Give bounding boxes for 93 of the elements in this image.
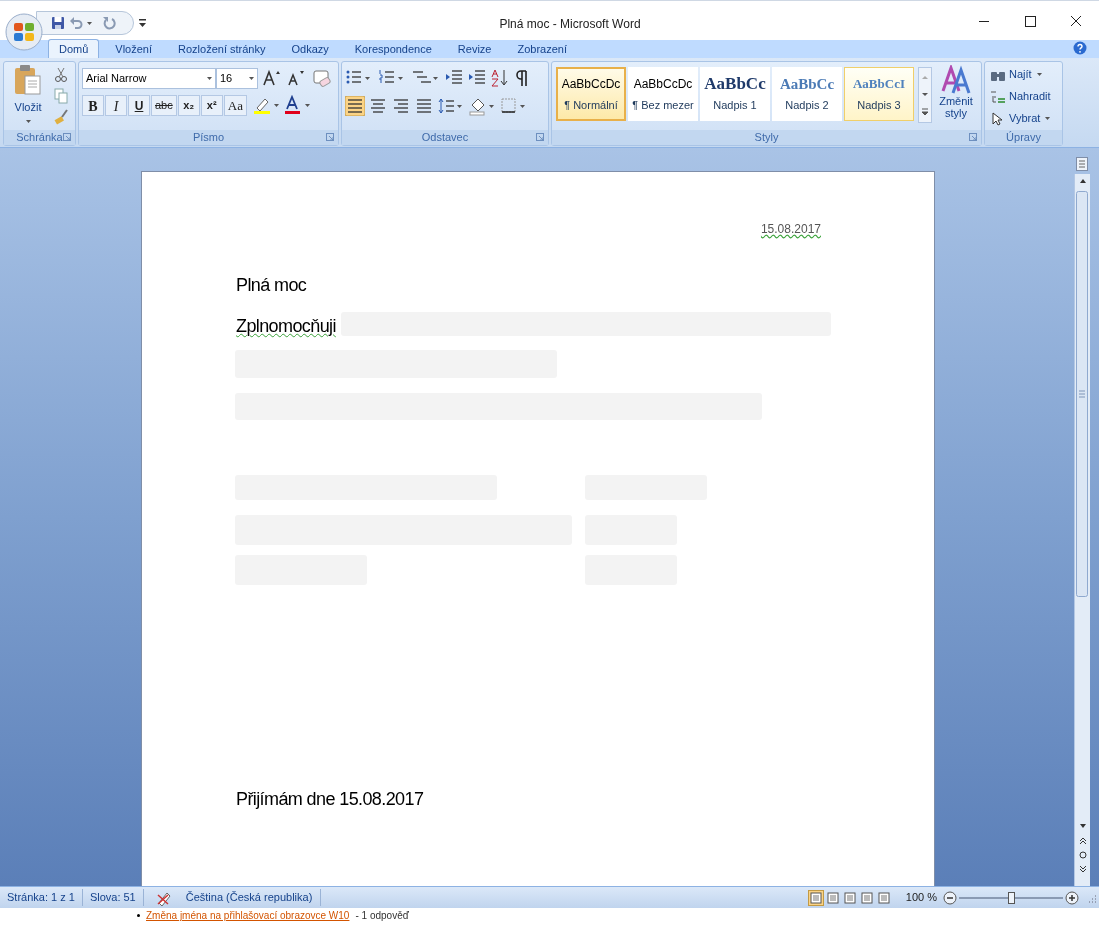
borders-icon[interactable]	[499, 96, 527, 116]
caret-icon	[1036, 73, 1042, 76]
style-sample: AaBbCcDc	[561, 75, 621, 93]
style-gallery-item[interactable]: AaBbCc Nadpis 2	[772, 67, 842, 121]
editing-button[interactable]: Nahradit	[990, 87, 1051, 106]
ribbon-tab[interactable]: Korespondence	[344, 40, 442, 58]
language-status[interactable]: Čeština (Česká republika)	[185, 889, 322, 906]
redo-icon[interactable]	[102, 16, 116, 30]
format-painter-icon[interactable]	[52, 108, 70, 125]
bullet-icon	[137, 914, 140, 917]
align-right-icon[interactable]	[391, 96, 411, 116]
style-name: Nadpis 2	[785, 97, 829, 113]
view-mode-icon[interactable]	[824, 889, 841, 906]
group-label: Úpravy	[1006, 130, 1041, 146]
justify-icon[interactable]	[414, 96, 434, 116]
slider-thumb[interactable]	[1008, 891, 1015, 904]
caret-icon	[207, 77, 212, 80]
caret-icon	[25, 119, 31, 123]
line-spacing-icon[interactable]	[437, 96, 465, 116]
replace-icon	[990, 89, 1006, 104]
dialog-launcher-icon[interactable]	[326, 133, 334, 141]
caret-icon	[249, 77, 254, 80]
shading-icon[interactable]	[468, 96, 496, 116]
letters-icon	[941, 65, 971, 95]
format-button[interactable]: abc	[151, 95, 177, 116]
dialog-launcher-icon[interactable]	[536, 133, 544, 141]
format-button[interactable]: I	[105, 95, 127, 116]
zoom-in-icon[interactable]	[1065, 890, 1079, 905]
ribbon-tab[interactable]: Odkazy	[281, 40, 339, 58]
scissors-icon[interactable]	[52, 66, 70, 83]
clipboard-icon	[13, 64, 43, 96]
group-label: Schránka	[16, 130, 63, 146]
editing-button[interactable]: Najít	[990, 65, 1051, 84]
align-left-icon[interactable]	[345, 96, 365, 116]
reply-count: - 1 odpověď	[355, 910, 409, 921]
document-title: Plná moc	[236, 274, 307, 297]
style-name: ¶ Bez mezer	[632, 97, 694, 113]
format-button[interactable]: U	[128, 95, 150, 116]
thread-link[interactable]: Změna jména na přihlašovací obrazovce W10	[146, 910, 350, 921]
paste-button[interactable]: Vložit	[8, 64, 48, 128]
zoom-out-icon[interactable]	[943, 890, 957, 905]
style-sample: AaBbCcDc	[633, 75, 693, 93]
change-styles-button[interactable]: Změnit styly	[934, 65, 978, 129]
style-gallery-item[interactable]: AaBbCc Nadpis 1	[700, 67, 770, 121]
style-name: ¶ Normální	[564, 97, 618, 113]
ribbon-tab[interactable]: Rozložení stránky	[168, 40, 276, 58]
group-label: Styly	[754, 130, 779, 146]
gallery-scroll-icon[interactable]	[918, 67, 932, 123]
align-center-icon[interactable]	[368, 96, 388, 116]
format-button[interactable]: Aa	[223, 95, 247, 116]
document-text: Zplnomocňuji	[236, 315, 336, 338]
view-mode-icon[interactable]	[807, 889, 824, 906]
style-gallery-item[interactable]: AaBbCcI Nadpis 3	[844, 67, 914, 121]
style-sample: AaBbCcI	[853, 74, 905, 93]
ribbon-tab[interactable]: Domů	[48, 39, 100, 58]
format-button[interactable]: x²	[200, 95, 223, 116]
view-mode-icon[interactable]	[841, 889, 858, 906]
ribbon-tab[interactable]: Zobrazení	[507, 40, 577, 58]
word-count: Slova: 51	[82, 889, 144, 906]
style-name: Nadpis 3	[857, 97, 901, 113]
sort-icon[interactable]	[490, 68, 510, 88]
ruler-toggle-icon[interactable]	[1076, 157, 1088, 171]
help-icon[interactable]	[1073, 41, 1087, 55]
browse-object-icon	[1076, 850, 1090, 860]
window-title: Plná moc - Microsoft Word	[498, 16, 642, 33]
view-mode-icon[interactable]	[858, 889, 875, 906]
format-button[interactable]: x₂	[177, 95, 200, 116]
style-sample: AaBbCc	[779, 74, 835, 93]
style-name: Nadpis 1	[713, 97, 757, 113]
zoom-level: 100 %	[905, 890, 937, 906]
style-gallery-item[interactable]: AaBbCcDc ¶ Normální	[556, 67, 626, 121]
view-mode-icon[interactable]	[875, 889, 892, 906]
style-sample: AaBbCc	[704, 74, 766, 93]
format-button[interactable]: B	[82, 95, 104, 116]
zoom-slider[interactable]	[959, 890, 1063, 905]
dialog-launcher-icon[interactable]	[969, 133, 977, 141]
font-name-field[interactable]: Arial Narrow	[82, 68, 216, 89]
dialog-launcher-icon[interactable]	[63, 133, 71, 141]
style-gallery-item[interactable]: AaBbCcDc ¶ Bez mezer	[628, 67, 698, 121]
vertical-scrollbar[interactable]	[1074, 174, 1090, 886]
group-label: Odstavec	[421, 130, 469, 146]
editing-button[interactable]: Vybrat	[990, 109, 1051, 128]
caret-icon	[1045, 117, 1051, 120]
page-count: Stránka: 1 z 1	[0, 889, 83, 906]
ribbon-tab[interactable]: Vložení	[105, 40, 163, 58]
font-color-icon[interactable]	[282, 95, 313, 116]
document-text: Přijímám dne 15.08.2017	[236, 788, 424, 811]
customize-caret-icon[interactable]	[139, 19, 146, 27]
group-label: Písmo	[192, 130, 225, 146]
font-size-field[interactable]: 16	[216, 68, 258, 89]
caret-icon	[87, 21, 92, 25]
date-text: 15.08.2017	[760, 221, 821, 238]
ribbon-tab[interactable]: Revize	[447, 40, 502, 58]
